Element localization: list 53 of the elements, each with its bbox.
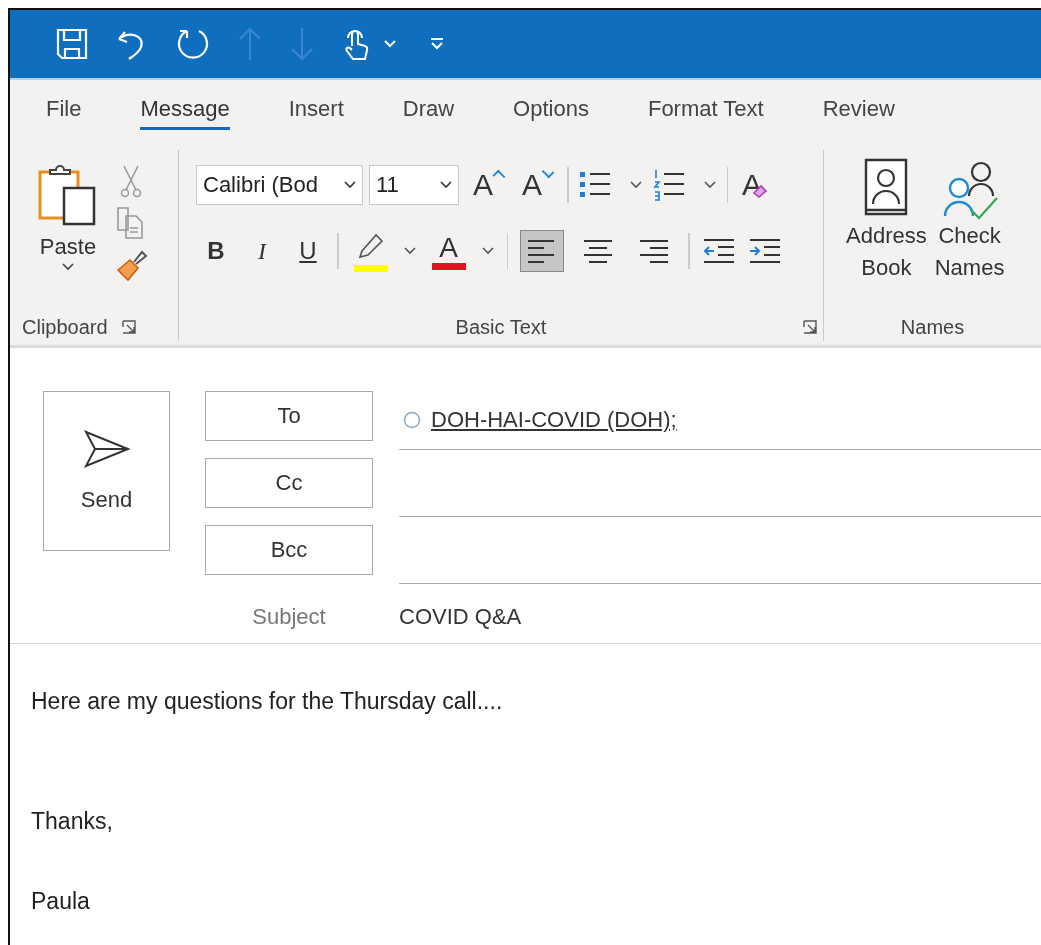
save-icon[interactable] bbox=[55, 27, 89, 61]
recipient-button[interactable]: To bbox=[205, 391, 373, 441]
scissors-icon[interactable] bbox=[118, 164, 144, 198]
increase-indent-icon[interactable] bbox=[747, 237, 782, 265]
address-book-button[interactable]: Address Book bbox=[846, 158, 927, 284]
italic-button[interactable]: I bbox=[245, 236, 279, 266]
group-label: Names bbox=[900, 315, 965, 339]
message-body[interactable]: Here are my questions for the Thursday call.... Thanks, Paula bbox=[10, 644, 1041, 945]
subject-label: Subject bbox=[251, 604, 327, 630]
ribbon-tab[interactable]: Message bbox=[140, 90, 230, 130]
font-size-dropdown[interactable]: 11 bbox=[369, 165, 459, 205]
recipient-field[interactable]: DOH-HAI-COVID (DOH); bbox=[399, 391, 1041, 450]
chevron-down-icon bbox=[344, 181, 356, 189]
shrink-font-button[interactable]: A bbox=[518, 167, 558, 203]
chevron-down-icon[interactable] bbox=[402, 246, 417, 256]
group-label: Clipboard bbox=[22, 315, 108, 339]
align-center-icon bbox=[582, 237, 614, 265]
ribbon-tab[interactable]: Format Text bbox=[647, 90, 764, 130]
dialog-launcher-icon[interactable] bbox=[803, 320, 817, 334]
recipient-name[interactable]: DOH-HAI-COVID (DOH); bbox=[431, 407, 677, 433]
bold-button[interactable]: B bbox=[199, 236, 233, 266]
chevron-down-icon bbox=[440, 181, 452, 189]
chevron-down-icon[interactable] bbox=[628, 180, 643, 190]
chevron-down-icon[interactable] bbox=[702, 180, 717, 190]
check-names-button[interactable]: Check Names bbox=[934, 158, 1005, 284]
dialog-launcher-icon[interactable] bbox=[121, 320, 136, 334]
chevron-down-icon[interactable] bbox=[480, 246, 495, 256]
recipient-button[interactable]: Cc bbox=[205, 458, 373, 508]
body-text: Thanks, bbox=[31, 807, 114, 836]
send-icon bbox=[82, 429, 131, 469]
font-name-dropdown[interactable]: Calibri (Bod bbox=[196, 165, 363, 205]
send-button[interactable]: Send bbox=[43, 391, 170, 551]
decrease-indent-icon[interactable] bbox=[701, 237, 736, 265]
body-text: Paula bbox=[31, 887, 91, 916]
chevron-down-icon bbox=[61, 262, 75, 272]
recipient-button[interactable]: Bcc bbox=[205, 525, 373, 575]
presence-icon bbox=[403, 411, 421, 429]
underline-button[interactable]: U bbox=[291, 236, 325, 266]
ribbon-tab[interactable]: Review bbox=[822, 90, 895, 130]
group-label: Basic Text bbox=[455, 315, 547, 339]
subject-field[interactable]: COVID Q&A bbox=[399, 604, 522, 630]
ribbon-tab[interactable]: File bbox=[46, 90, 82, 130]
ribbon-tab[interactable]: Insert bbox=[288, 90, 344, 130]
format-painter-icon[interactable] bbox=[114, 248, 148, 282]
font-color-button[interactable]: A bbox=[428, 231, 469, 271]
paste-button[interactable]: Paste bbox=[36, 162, 100, 282]
align-right-icon bbox=[638, 237, 670, 265]
align-left-button[interactable] bbox=[520, 230, 564, 272]
ribbon-tab[interactable]: Draw bbox=[402, 90, 455, 130]
grow-font-button[interactable]: A bbox=[469, 167, 508, 203]
customize-icon[interactable] bbox=[429, 37, 445, 51]
body-text: Here are my questions for the Thursday call.... bbox=[31, 687, 504, 716]
ribbon-tab[interactable]: Options bbox=[513, 90, 589, 130]
